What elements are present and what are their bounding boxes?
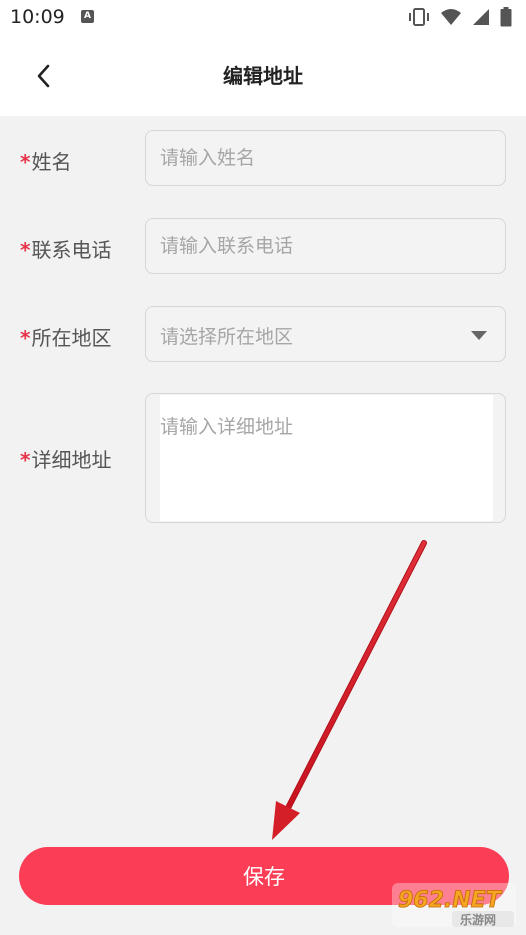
app-notification-letter: A	[84, 11, 91, 21]
phone-input[interactable]	[146, 219, 505, 273]
address-label: *详细地址	[20, 444, 111, 473]
address-field	[145, 393, 506, 523]
name-label-text: 姓名	[31, 150, 72, 174]
name-field	[145, 130, 506, 186]
watermark-subtext: 乐游网	[460, 912, 496, 927]
status-bar: 10:09 A	[0, 0, 526, 36]
wifi-icon	[441, 9, 461, 25]
vibrate-icon	[409, 8, 429, 26]
phone-label-text: 联系电话	[31, 238, 112, 262]
app-notification-icon: A	[81, 10, 94, 23]
name-input[interactable]	[146, 131, 505, 185]
signal-icon	[473, 9, 489, 25]
required-mark: *	[20, 448, 31, 472]
caret-down-icon	[471, 331, 487, 340]
region-placeholder: 请选择所在地区	[160, 326, 294, 348]
watermark-brand: 962.NET	[398, 888, 503, 913]
required-mark: *	[20, 150, 31, 174]
required-mark: *	[20, 238, 31, 262]
region-label-text: 所在地区	[31, 326, 112, 350]
region-select[interactable]: 请选择所在地区	[145, 306, 506, 362]
nav-bar: 编辑地址	[0, 36, 526, 116]
address-textarea[interactable]	[160, 395, 493, 521]
page-title: 编辑地址	[223, 64, 303, 88]
status-icons	[408, 7, 512, 27]
required-mark: *	[20, 326, 31, 350]
address-textarea-wrap	[160, 395, 493, 521]
phone-label: *联系电话	[20, 234, 111, 263]
status-time: 10:09	[10, 6, 65, 28]
battery-icon	[500, 7, 512, 27]
address-label-text: 详细地址	[31, 448, 112, 472]
watermark-logo-icon: 962.NET 乐游网	[392, 883, 516, 927]
watermark-logo: 962.NET 乐游网	[390, 881, 518, 929]
region-label: *所在地区	[20, 322, 111, 351]
name-label: *姓名	[20, 146, 71, 175]
phone-field	[145, 218, 506, 274]
